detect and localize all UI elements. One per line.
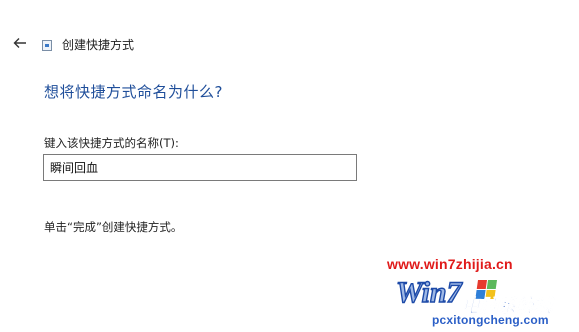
- shortcut-name-label: 键入该快捷方式的名称(T):: [44, 136, 179, 150]
- shortcut-name-input[interactable]: [43, 154, 357, 181]
- watermark-url-secondary: pcxitongcheng.com: [432, 313, 549, 327]
- page-heading: 想将快捷方式命名为什么?: [44, 83, 223, 101]
- finish-hint: 单击“完成”创建快捷方式。: [44, 220, 183, 234]
- back-arrow-icon: [13, 38, 26, 48]
- title-bar: 创建快捷方式: [0, 28, 579, 60]
- window-title: 创建快捷方式: [62, 38, 135, 52]
- watermark-logo-text: Win7: [396, 276, 463, 309]
- shortcut-wizard-icon: [42, 40, 52, 51]
- back-button[interactable]: [11, 34, 29, 52]
- watermark-url: www.win7zhijia.cn: [387, 256, 513, 272]
